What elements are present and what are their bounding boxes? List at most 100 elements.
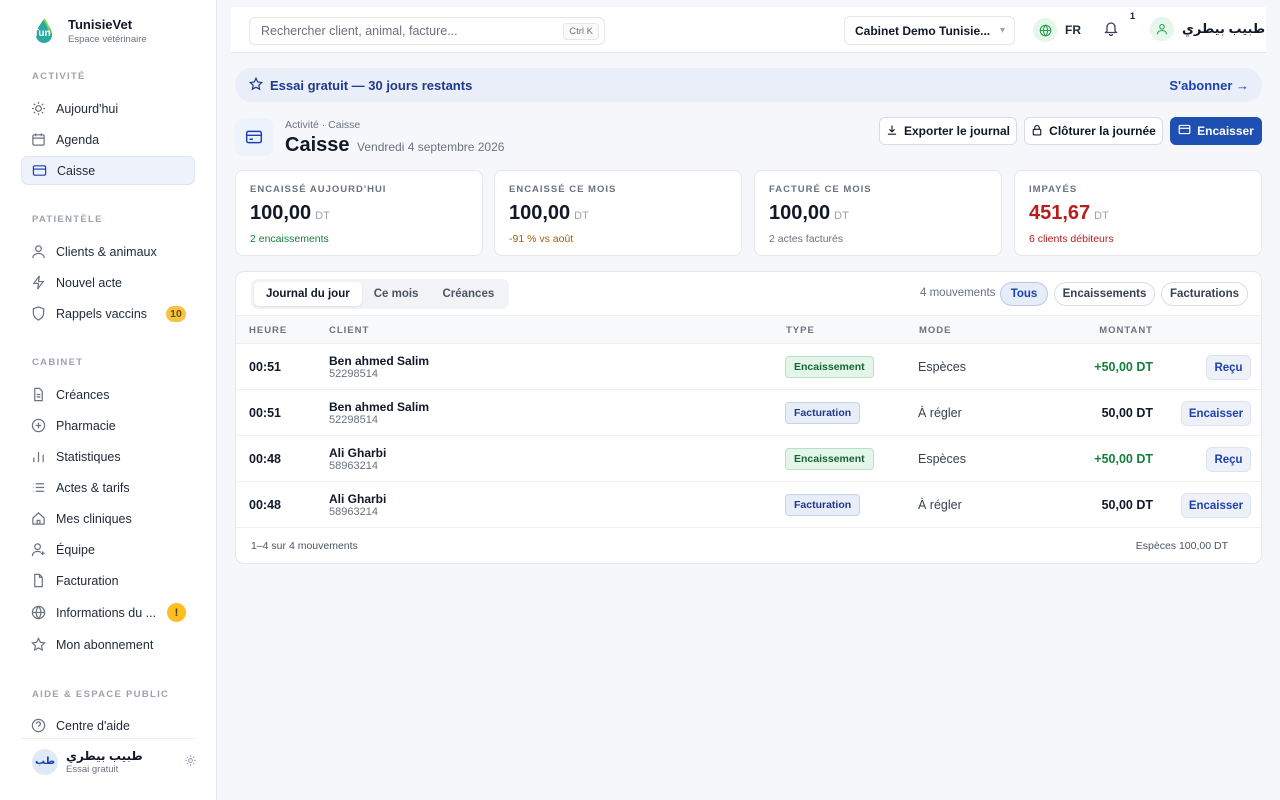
subscribe-link[interactable]: S'abonner → [1169, 78, 1249, 93]
cash-in-button[interactable]: Encaisser [1170, 117, 1262, 145]
cash-in-row-button[interactable]: Encaisser [1181, 401, 1251, 426]
calendar-icon [30, 132, 46, 148]
stat-value: 100,00 DT [769, 202, 987, 225]
table-row[interactable]: 00:51 Ben ahmed Salim 52298514 Facturati… [236, 390, 1261, 436]
stat-card-unpaid: IMPAYÉS 451,67 DT 6 clients débiteurs [1014, 170, 1262, 256]
sidebar-item-info[interactable]: Informations du ... ! [21, 598, 195, 627]
row-mode: Espèces [918, 452, 966, 466]
info-warning-badge: ! [167, 603, 186, 622]
row-phone: 58963214 [329, 460, 378, 472]
stat-amount: 451,67 [1029, 202, 1091, 224]
sidebar-item-team[interactable]: Équipe [21, 535, 195, 564]
export-journal-label: Exporter le journal [903, 124, 1011, 138]
brand[interactable]: Tun TunisieVet Espace vétérinaire [30, 17, 147, 45]
sidebar-item-creances[interactable]: Créances [21, 380, 195, 409]
table-row[interactable]: 00:48 Ali Gharbi 58963214 Encaissement E… [236, 436, 1261, 482]
sidebar-item-agenda[interactable]: Agenda [21, 125, 195, 154]
stat-amount: 100,00 [250, 202, 312, 224]
row-time: 00:48 [249, 452, 281, 466]
language-label: FR [1065, 23, 1081, 37]
clinic-select[interactable]: Cabinet Demo Tunisie... ▾ [844, 16, 1015, 45]
tab-ce-mois[interactable]: Ce mois [362, 282, 431, 306]
column-header: MONTANT [1099, 325, 1153, 336]
card-icon [235, 118, 273, 156]
stat-unit: DT [834, 210, 849, 222]
user-name: طبيب بيطري [1182, 21, 1266, 36]
sidebar-item-new-act[interactable]: Nouvel acte [21, 268, 195, 297]
gear-icon[interactable] [184, 754, 197, 770]
vaccine-reminders-badge: 10 [166, 305, 186, 322]
sidebar-item-today[interactable]: Aujourd'hui [21, 94, 195, 123]
export-journal-button[interactable]: Exporter le journal [879, 117, 1017, 145]
sidebar-item-acts-prices[interactable]: Actes & tarifs [21, 473, 195, 502]
stat-unit: DT [315, 210, 330, 222]
trial-text: Essai gratuit — 30 jours restants [270, 77, 473, 93]
cash-in-row-button[interactable]: Encaisser [1181, 493, 1251, 518]
page-title: Caisse [285, 134, 350, 156]
download-icon [886, 124, 898, 139]
user-icon [30, 244, 46, 260]
table-row[interactable]: 00:51 Ben ahmed Salim 52298514 Encaissem… [236, 344, 1261, 390]
column-header: CLIENT [329, 325, 370, 336]
row-client[interactable]: Ben ahmed Salim [329, 354, 429, 368]
globe-icon [1033, 18, 1057, 42]
list-icon [30, 480, 46, 496]
row-client[interactable]: Ali Gharbi [329, 492, 386, 506]
sidebar-item-help-center[interactable]: Centre d'aide [21, 711, 195, 740]
table-header: HEURE CLIENT TYPE MODE MONTANT [236, 315, 1261, 344]
sidebar: Tun TunisieVet Espace vétérinaire ACTIVI… [0, 0, 217, 800]
sidebar-item-label: Mon abonnement [56, 637, 154, 652]
tab-creances[interactable]: Créances [430, 282, 506, 306]
row-mode: À régler [918, 498, 962, 512]
language-switcher[interactable]: FR [1033, 18, 1081, 42]
section-label-help: AIDE & ESPACE PUBLIC [32, 689, 170, 700]
close-day-button[interactable]: Clôturer la journée [1024, 117, 1163, 145]
journal-panel: Journal du jour Ce mois Créances 4 mouve… [235, 271, 1262, 564]
notification-count: 1 [1130, 11, 1136, 21]
sidebar-item-vaccine-reminders[interactable]: Rappels vaccins 10 [21, 299, 195, 328]
sidebar-user[interactable]: طب طبيب بيطري Essai gratuit [21, 738, 197, 784]
bell-icon[interactable] [1103, 20, 1119, 39]
user-icon [1150, 17, 1174, 41]
star-icon [30, 637, 46, 653]
filter-collections[interactable]: Encaissements [1054, 282, 1155, 306]
sidebar-item-caisse[interactable]: Caisse [21, 156, 195, 185]
tab-journal-du-jour[interactable]: Journal du jour [254, 282, 362, 306]
file-icon [30, 573, 46, 589]
row-time: 00:48 [249, 498, 281, 512]
chevron-down-icon: ▾ [999, 25, 1005, 36]
receipt-button[interactable]: Reçu [1206, 355, 1251, 380]
sidebar-item-stats[interactable]: Statistiques [21, 442, 195, 471]
type-badge: Facturation [785, 494, 861, 516]
bar-chart-icon [30, 449, 46, 465]
filter-billings[interactable]: Facturations [1161, 282, 1248, 306]
sidebar-item-label: Facturation [56, 573, 119, 588]
row-client[interactable]: Ben ahmed Salim [329, 400, 429, 414]
movements-count: 4 mouvements [920, 287, 996, 299]
row-amount: +50,00 DT [1094, 360, 1153, 374]
receipt-button[interactable]: Reçu [1206, 447, 1251, 472]
row-time: 00:51 [249, 406, 281, 420]
sidebar-item-subscription[interactable]: Mon abonnement [21, 630, 195, 659]
sidebar-item-billing[interactable]: Facturation [21, 566, 195, 595]
search-input[interactable]: Rechercher client, animal, facture... Ct… [249, 17, 605, 45]
stat-note: 6 clients débiteurs [1029, 233, 1114, 245]
sidebar-item-label: Informations du ... [56, 605, 157, 620]
user-plus-icon [30, 542, 46, 558]
row-client[interactable]: Ali Gharbi [329, 446, 386, 460]
sidebar-item-clinics[interactable]: Mes cliniques [21, 504, 195, 533]
stat-unit: DT [1094, 210, 1109, 222]
filter-all[interactable]: Tous [1000, 282, 1048, 306]
stat-card-collected-today: ENCAISSÉ AUJOURD'HUI 100,00 DT 2 encaisse… [235, 170, 483, 256]
table-row[interactable]: 00:48 Ali Gharbi 58963214 Facturation À … [236, 482, 1261, 528]
stat-label: IMPAYÉS [1029, 184, 1078, 195]
row-amount: 50,00 DT [1101, 406, 1153, 420]
column-header: HEURE [249, 325, 288, 336]
pagination-summary: 1–4 sur 4 mouvements [251, 540, 358, 552]
sidebar-item-pharmacy[interactable]: Pharmacie [21, 411, 195, 440]
user-menu[interactable]: طبيب بيطري [1150, 17, 1265, 41]
sidebar-item-clients[interactable]: Clients & animaux [21, 237, 195, 266]
stat-amount: 100,00 [769, 202, 831, 224]
stat-note: -91 % vs août [509, 233, 574, 245]
stat-amount: 100,00 [509, 202, 571, 224]
